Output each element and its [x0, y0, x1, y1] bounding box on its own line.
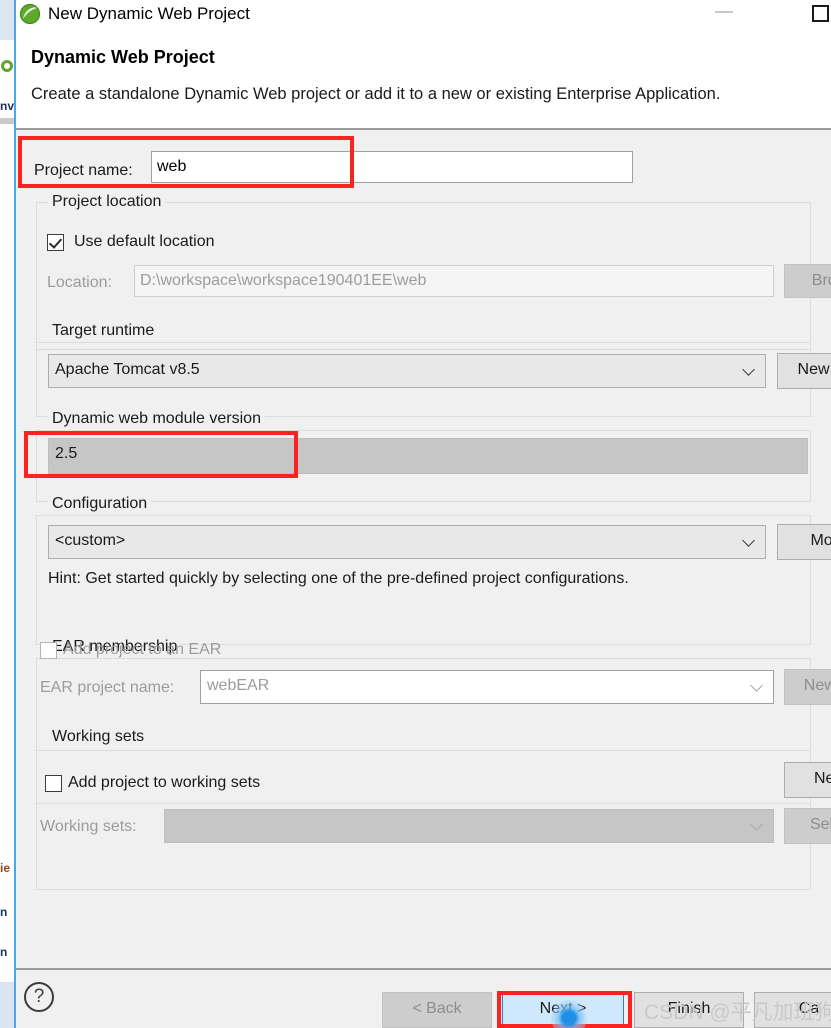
use-default-location-label: Use default location	[74, 233, 215, 250]
modify-configuration-button[interactable]: Mod	[777, 524, 831, 560]
page-description: Create a standalone Dynamic Web project …	[31, 85, 721, 103]
project-location-group-title: Project location	[48, 193, 166, 211]
minimize-icon	[715, 11, 733, 13]
page-title: Dynamic Web Project	[31, 47, 215, 67]
dialog-titlebar: New Dynamic Web Project	[16, 0, 831, 30]
bg-band	[0, 982, 14, 1028]
configuration-combo[interactable]: <custom>	[48, 525, 766, 559]
background-application-strip: nv ie n n	[0, 0, 14, 1028]
use-default-location-checkbox[interactable]	[47, 234, 64, 251]
location-input[interactable]: D:\workspace\workspace190401EE\web	[134, 265, 774, 297]
bg-green-circle-icon	[1, 60, 13, 72]
chevron-down-icon	[751, 819, 763, 831]
add-project-to-ear-label: Add project to an EAR	[63, 641, 222, 658]
ear-project-name-label: EAR project name:	[40, 679, 175, 696]
chevron-down-icon	[743, 535, 755, 547]
working-sets-combo[interactable]	[164, 809, 774, 843]
next-button[interactable]: Next >	[502, 992, 624, 1028]
add-project-to-working-sets-label: Add project to working sets	[68, 774, 261, 791]
bg-text-fragment: nv	[0, 100, 14, 113]
project-name-label: Project name:	[34, 162, 133, 179]
screenshot-root: nv ie n n New Dynamic Web Project Dynami…	[0, 0, 831, 1028]
new-runtime-button[interactable]: New Ru	[777, 353, 831, 389]
new-working-set-button[interactable]: New	[784, 762, 831, 798]
cancel-button[interactable]: Ca	[754, 992, 831, 1028]
bg-band	[0, 124, 14, 859]
add-project-to-working-sets-checkbox[interactable]	[45, 775, 62, 792]
maximize-icon	[812, 5, 829, 22]
working-sets-label: Working sets:	[40, 818, 137, 835]
working-sets-group-title: Working sets	[48, 728, 149, 746]
module-version-group-title: Dynamic web module version	[48, 410, 265, 428]
browse-button[interactable]: Brow	[784, 264, 831, 298]
bg-text-fragment: ie	[0, 862, 11, 875]
configuration-group-title: Configuration	[48, 495, 152, 513]
dialog-footer: ? < Back Next > Finish Ca	[16, 970, 831, 1028]
new-ear-project-button[interactable]: New Pr	[784, 669, 831, 705]
bg-band	[0, 0, 14, 40]
project-name-input[interactable]: web	[151, 151, 633, 183]
target-runtime-group-title: Target runtime	[48, 322, 159, 340]
ear-project-name-combo[interactable]: webEAR	[200, 670, 774, 704]
location-label: Location:	[47, 274, 112, 291]
minimize-button[interactable]	[702, 0, 748, 30]
maximize-button[interactable]	[800, 0, 831, 30]
dialog-title: New Dynamic Web Project	[48, 4, 250, 23]
target-runtime-combo[interactable]: Apache Tomcat v8.5	[48, 354, 766, 388]
help-icon[interactable]: ?	[24, 982, 54, 1012]
configuration-hint: Hint: Get started quickly by selecting o…	[48, 570, 629, 587]
bg-text-fragment: n	[0, 946, 8, 959]
bg-text-fragment: n	[0, 906, 8, 919]
dialog-body: Project name: web Project location Use d…	[16, 130, 831, 970]
chevron-down-icon	[743, 364, 755, 376]
add-project-to-ear-checkbox[interactable]	[40, 642, 57, 659]
eclipse-green-circle-icon	[19, 3, 41, 25]
new-dynamic-web-project-dialog: New Dynamic Web Project Dynamic Web Proj…	[14, 0, 831, 1028]
chevron-down-icon	[751, 680, 763, 692]
select-working-set-button[interactable]: Selec	[784, 808, 831, 844]
module-version-combo[interactable]: 2.5	[48, 438, 808, 474]
finish-button[interactable]: Finish	[634, 992, 744, 1028]
bg-band	[0, 880, 14, 902]
back-button[interactable]: < Back	[382, 992, 492, 1028]
